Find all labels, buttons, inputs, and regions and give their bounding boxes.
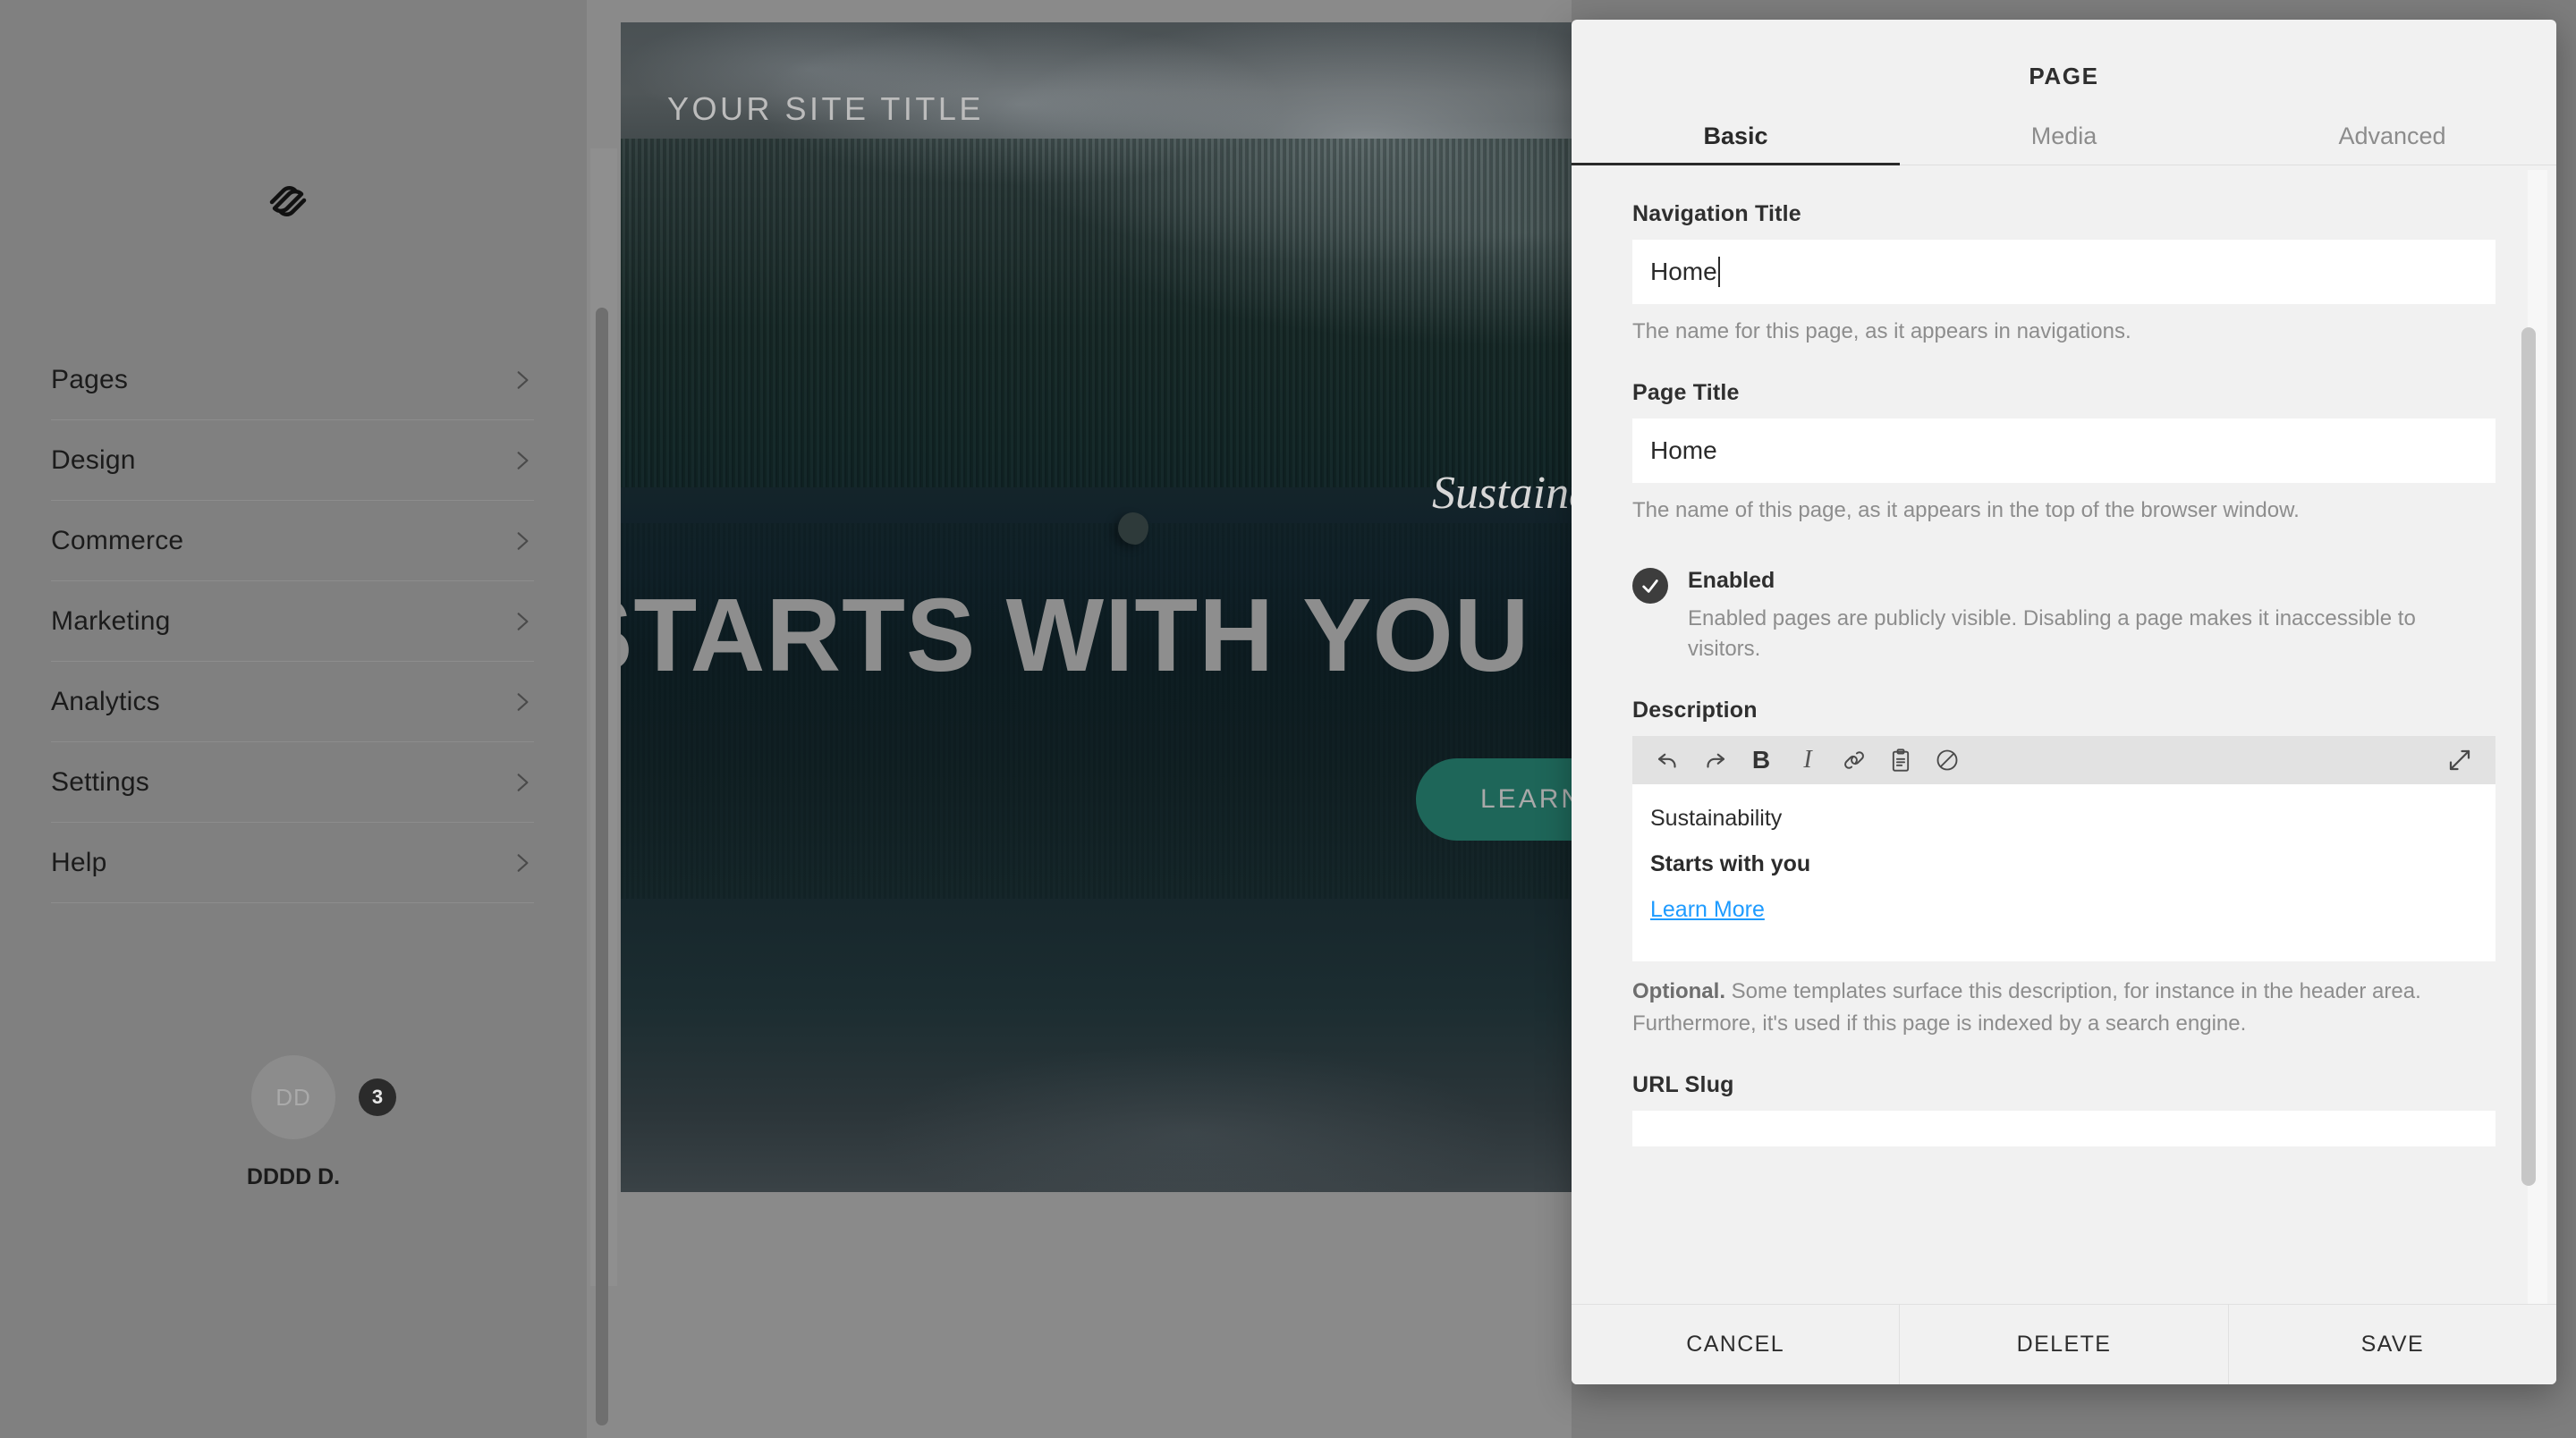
tab-advanced[interactable]: Advanced	[2228, 110, 2556, 165]
sidebar-item-label: Pages	[51, 364, 129, 394]
description-note: Optional. Some templates surface this de…	[1632, 976, 2496, 1040]
save-button[interactable]: SAVE	[2229, 1305, 2556, 1384]
preview-scrollbar-track[interactable]	[590, 148, 617, 1425]
site-title[interactable]: YOUR SITE TITLE	[667, 90, 984, 128]
app-root: Pages Design Commerce Marketing Analytic…	[0, 0, 2576, 1438]
description-note-lead: Optional.	[1632, 979, 1725, 1004]
url-slug-label: URL Slug	[1632, 1072, 1734, 1098]
check-icon	[1642, 579, 1658, 593]
enabled-row[interactable]: Enabled Enabled pages are publicly visib…	[1632, 527, 2496, 666]
page-title-group: Page Title Home The name of this page, a…	[1632, 348, 2496, 527]
preview-frame: YOUR SITE TITLE Sustainability STARTS WI…	[621, 0, 1572, 1301]
site-preview-pane: YOUR SITE TITLE Sustainability STARTS WI…	[587, 0, 1572, 1438]
left-sidebar: Pages Design Commerce Marketing Analytic…	[0, 0, 587, 1438]
description-editor-content[interactable]: Sustainability Starts with you Learn Mor…	[1632, 784, 2496, 962]
redo-icon[interactable]	[1691, 740, 1738, 781]
squarespace-logo[interactable]	[259, 173, 317, 230]
hero-rock	[1118, 512, 1148, 545]
navigation-title-help: The name for this page, as it appears in…	[1632, 319, 2131, 343]
page-title-help: The name of this page, as it appears in …	[1632, 497, 2300, 522]
sidebar-item-help[interactable]: Help	[51, 823, 534, 903]
description-group: Description B I Sustainability Starts wi…	[1632, 665, 2496, 1040]
enabled-texts: Enabled Enabled pages are publicly visib…	[1688, 568, 2466, 666]
sidebar-item-analytics[interactable]: Analytics	[51, 662, 534, 742]
sidebar-item-marketing[interactable]: Marketing	[51, 581, 534, 662]
undo-icon[interactable]	[1645, 740, 1691, 781]
avatar-row: DD 3	[251, 1055, 396, 1139]
clear-format-icon[interactable]	[1924, 740, 1970, 781]
learn-more-button[interactable]: LEARN MORE	[1416, 758, 1572, 841]
chevron-right-icon	[511, 529, 534, 553]
tab-media[interactable]: Media	[1900, 110, 2228, 165]
site-hero-section: YOUR SITE TITLE Sustainability STARTS WI…	[621, 22, 1572, 1192]
sidebar-item-settings[interactable]: Settings	[51, 742, 534, 823]
avatar-initials: DD	[275, 1083, 311, 1111]
chevron-right-icon	[511, 368, 534, 392]
badge-count: 3	[371, 1086, 384, 1108]
rich-text-editor: B I Sustainability Starts with you Learn…	[1632, 736, 2496, 962]
panel-scrollbar-thumb[interactable]	[2521, 327, 2536, 1186]
sidebar-item-design[interactable]: Design	[51, 420, 534, 501]
description-line-1: Sustainability	[1650, 806, 1783, 832]
sidebar-item-label: Marketing	[51, 605, 171, 636]
navigation-title-value: Home	[1650, 258, 1717, 285]
chevron-right-icon	[511, 771, 534, 794]
preview-scrollbar-thumb[interactable]	[596, 308, 608, 1425]
delete-button[interactable]: DELETE	[1900, 1305, 2229, 1384]
italic-icon[interactable]: I	[1784, 740, 1831, 781]
page-title-input[interactable]: Home	[1632, 418, 2496, 483]
sidebar-item-label: Commerce	[51, 525, 184, 555]
sidebar-item-label: Help	[51, 847, 107, 877]
page-settings-panel: PAGE Basic Media Advanced Navigation Tit…	[1572, 20, 2556, 1384]
panel-scrollbar-track[interactable]	[2521, 170, 2547, 1315]
sidebar-item-commerce[interactable]: Commerce	[51, 501, 534, 581]
user-profile-block: DD 3 DDDD D.	[0, 1055, 587, 1190]
enabled-label: Enabled	[1688, 567, 1775, 593]
navigation-title-group: Navigation Title Home The name for this …	[1632, 165, 2496, 348]
cancel-button[interactable]: CANCEL	[1572, 1305, 1901, 1384]
sidebar-item-label: Analytics	[51, 686, 160, 716]
page-title-heading: PAGE	[2029, 63, 2099, 89]
text-cursor	[1717, 257, 1720, 287]
panel-header: PAGE Basic Media Advanced	[1572, 20, 2556, 165]
description-link[interactable]: Learn More	[1650, 897, 1765, 922]
panel-body: Navigation Title Home The name for this …	[1572, 165, 2556, 1304]
sidebar-nav: Pages Design Commerce Marketing Analytic…	[51, 340, 534, 903]
rte-toolbar: B I	[1632, 736, 2496, 785]
panel-tabs: Basic Media Advanced	[1572, 110, 2556, 165]
page-title-value: Home	[1650, 436, 1717, 464]
sidebar-item-pages[interactable]: Pages	[51, 340, 534, 420]
link-icon[interactable]	[1831, 740, 1877, 781]
chevron-right-icon	[511, 690, 534, 714]
sidebar-item-label: Settings	[51, 766, 149, 797]
description-label: Description	[1632, 698, 1758, 723]
hero-script-text: Sustainability	[1432, 468, 1572, 519]
enabled-help: Enabled pages are publicly visible. Disa…	[1688, 605, 2416, 662]
sidebar-item-label: Design	[51, 444, 136, 475]
chevron-right-icon	[511, 449, 534, 472]
url-slug-input[interactable]	[1632, 1111, 2496, 1147]
avatar[interactable]: DD	[251, 1055, 335, 1139]
paste-icon[interactable]	[1877, 740, 1924, 781]
hero-forest-layer	[621, 139, 1572, 487]
navigation-title-input[interactable]: Home	[1632, 240, 2496, 304]
url-slug-group: URL Slug	[1632, 1040, 2496, 1147]
notification-badge[interactable]: 3	[359, 1078, 396, 1116]
panel-footer: CANCEL DELETE SAVE	[1572, 1304, 2556, 1384]
chevron-right-icon	[511, 610, 534, 633]
tab-basic[interactable]: Basic	[1572, 110, 1900, 165]
enabled-checkbox[interactable]	[1632, 567, 1668, 604]
navigation-title-label: Navigation Title	[1632, 201, 1801, 226]
description-note-rest: Some templates surface this description,…	[1632, 979, 2421, 1036]
chevron-right-icon	[511, 851, 534, 875]
description-line-2: Starts with you	[1650, 851, 1811, 877]
user-name: DDDD D.	[246, 1164, 341, 1189]
bold-icon[interactable]: B	[1738, 740, 1784, 781]
hero-headline: STARTS WITH YOU	[621, 577, 1530, 693]
page-title-label: Page Title	[1632, 379, 1740, 405]
expand-icon[interactable]	[2436, 740, 2483, 781]
